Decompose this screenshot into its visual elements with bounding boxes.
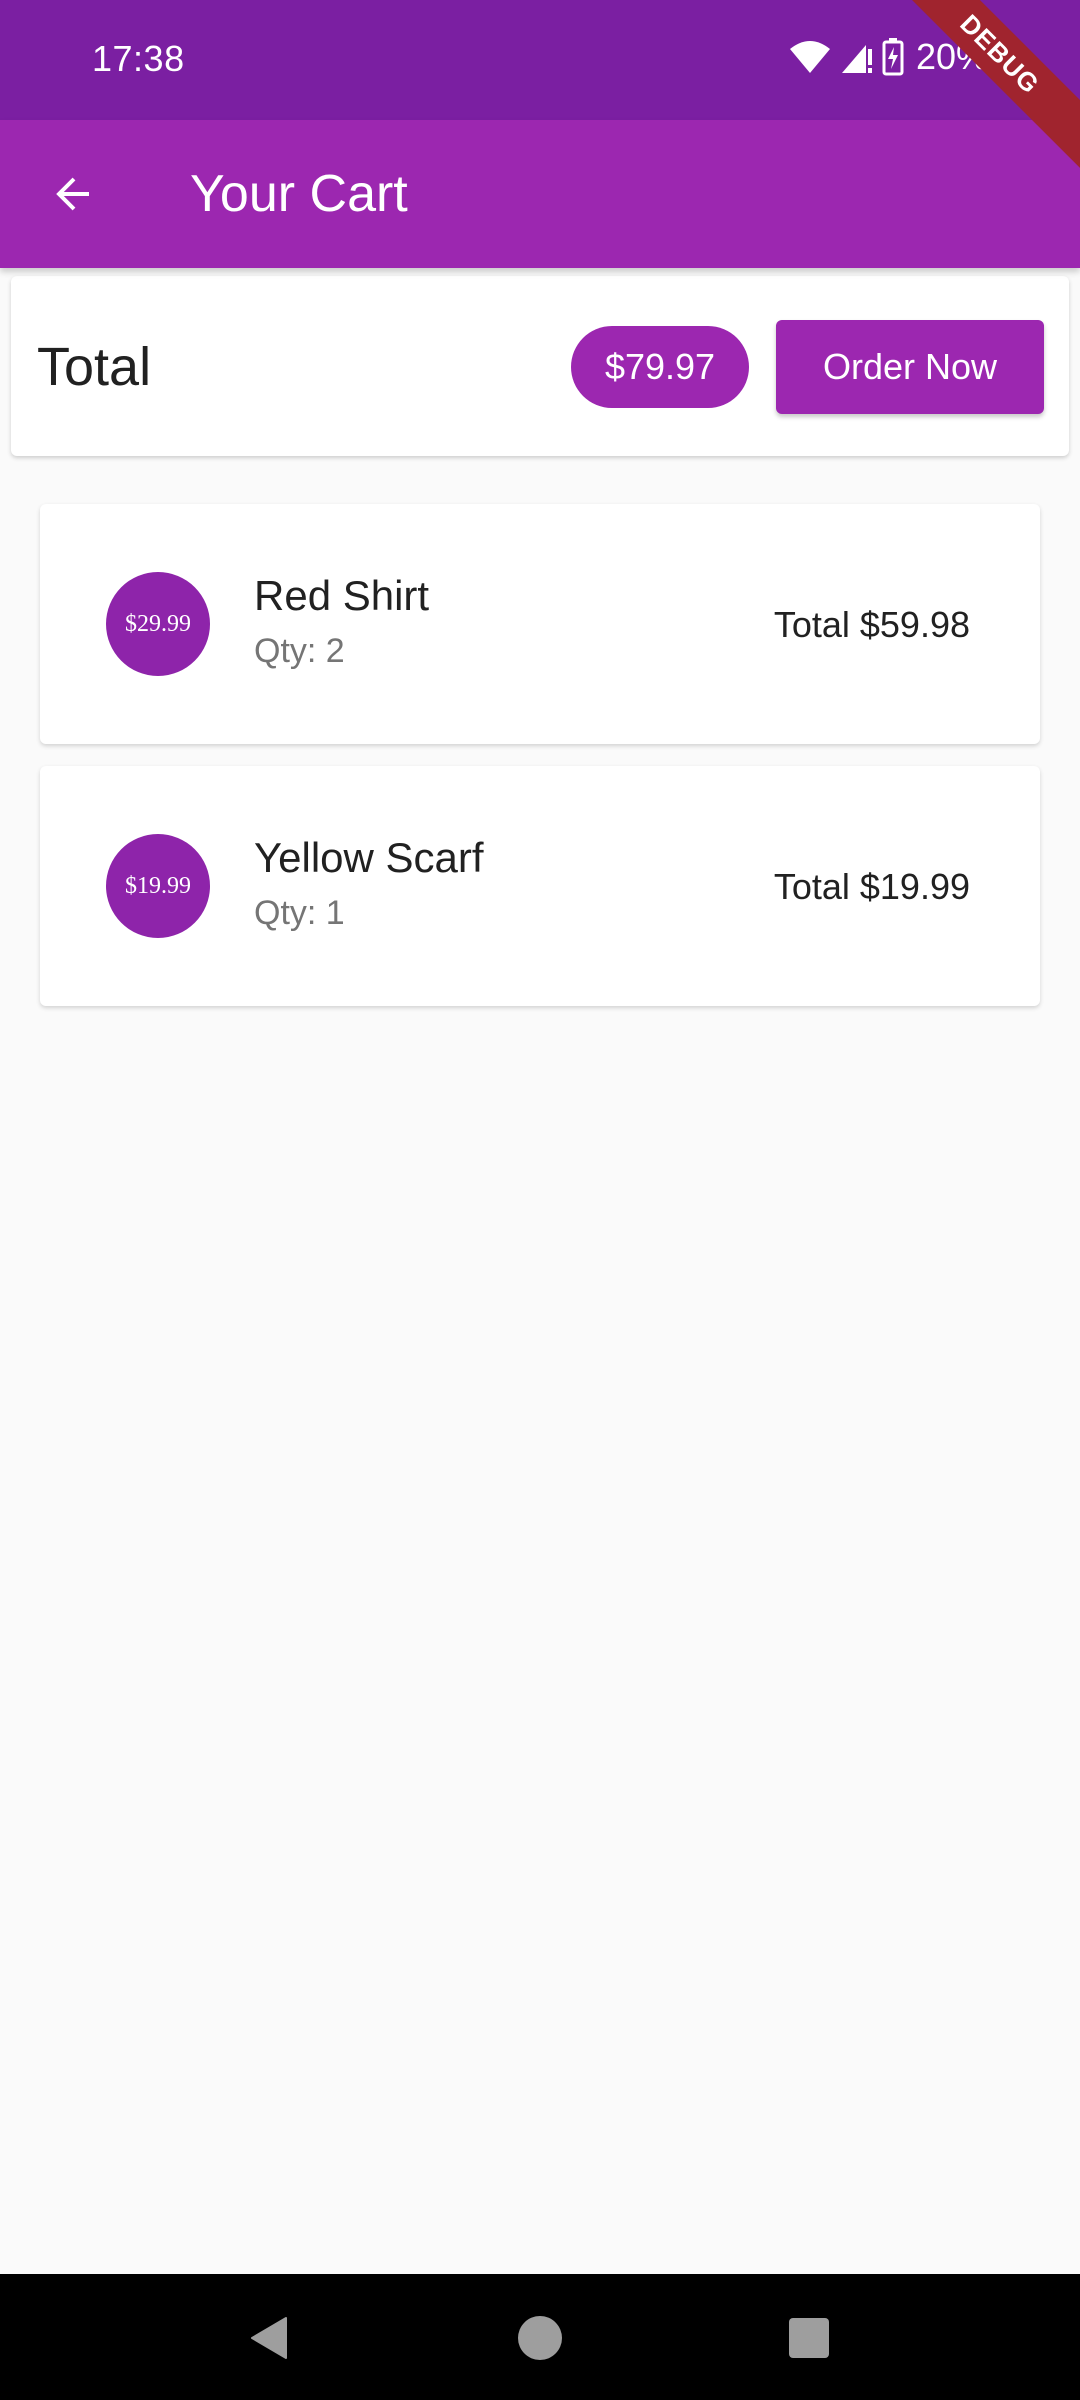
nav-back-button[interactable] xyxy=(240,2308,300,2368)
nav-recents-button[interactable] xyxy=(779,2308,839,2368)
triangle-back-icon xyxy=(251,2317,287,2359)
item-price-avatar: $29.99 xyxy=(106,572,210,676)
page-title: Your Cart xyxy=(190,165,408,223)
item-quantity: Qty: 1 xyxy=(254,894,345,932)
app-bar: Your Cart xyxy=(0,120,1080,268)
cellular-signal-icon xyxy=(841,45,872,73)
item-quantity: Qty: 2 xyxy=(254,632,345,670)
item-total: Total $19.99 xyxy=(773,866,970,907)
cart-item[interactable]: $29.99 Red Shirt Qty: 2 Total $59.98 xyxy=(40,504,1040,744)
back-button[interactable] xyxy=(28,156,118,232)
wifi-icon xyxy=(789,41,830,73)
item-price-avatar: $19.99 xyxy=(106,834,210,938)
arrow-back-icon xyxy=(56,177,89,211)
order-now-button[interactable]: Order Now xyxy=(776,320,1044,414)
item-total: Total $59.98 xyxy=(773,604,970,645)
item-title: Yellow Scarf xyxy=(254,834,484,881)
total-amount-chip: $79.97 xyxy=(571,326,749,408)
status-bar: 17:38 20% xyxy=(0,0,1080,120)
item-title: Red Shirt xyxy=(254,572,430,619)
square-recents-icon xyxy=(789,2318,829,2358)
navigation-bar xyxy=(0,2274,1080,2400)
battery-charging-icon xyxy=(882,38,904,76)
status-time: 17:38 xyxy=(92,38,185,79)
total-label: Total xyxy=(37,337,152,397)
nav-home-button[interactable] xyxy=(510,2308,570,2368)
cart-item[interactable]: $19.99 Yellow Scarf Qty: 1 Total $19.99 xyxy=(40,766,1040,1006)
circle-home-icon xyxy=(518,2316,562,2360)
total-card: Total $79.97 Order Now xyxy=(11,276,1069,456)
